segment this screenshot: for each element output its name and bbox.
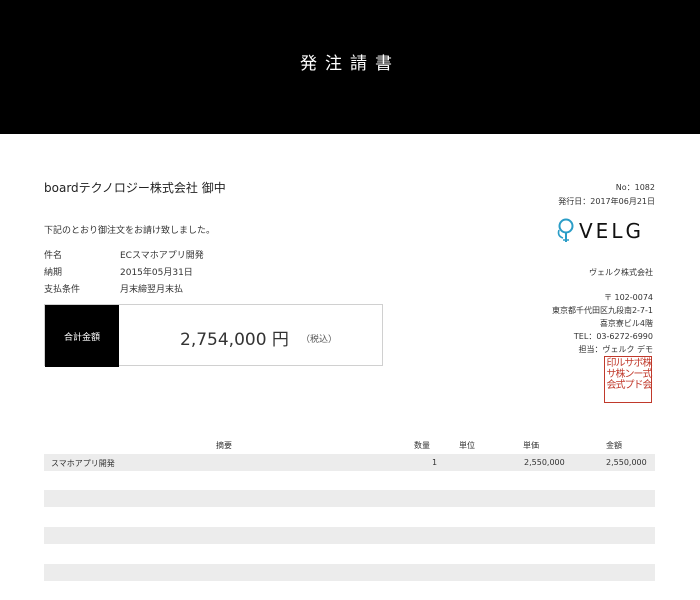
recipient-name: boardテクノロジー株式会社 御中	[44, 181, 226, 195]
terms-value: ECスマホアプリ開発	[120, 251, 204, 261]
issue-date: 発行日：2017年06月21日	[558, 197, 655, 206]
company-seal: 株式会 ボード サンプ ル株式 印サ会	[604, 356, 653, 403]
terms-value: 2015年05月31日	[120, 268, 193, 278]
company-contact: 担当：ヴェルク デモ	[578, 345, 653, 354]
company-tel: TEL：03-6272-6990	[573, 332, 653, 341]
total-box: 合計金額 2,754,000 円 （税込）	[44, 304, 383, 367]
company-name: ヴェルク株式会社	[589, 268, 653, 277]
terms-label: 件名	[44, 251, 63, 261]
table-row	[44, 546, 655, 563]
table-row	[44, 509, 655, 526]
items-table-header: 摘要 数量 単位 単価 金額	[44, 440, 655, 452]
lightbulb-icon	[557, 218, 574, 242]
document-title: 発注請書	[300, 54, 400, 74]
column-header-quantity: 数量	[414, 441, 430, 450]
column-header-unit: 単位	[459, 441, 475, 450]
row-amount: 2,550,000	[606, 458, 647, 467]
document-header: 発注請書	[0, 0, 700, 134]
table-row	[44, 527, 655, 544]
table-row	[44, 471, 655, 488]
document-number: No：1082	[615, 183, 655, 192]
logo-text: VELG	[579, 219, 644, 243]
column-header-unit-price: 単価	[523, 441, 539, 450]
total-amount: 2,754,000 円	[180, 330, 289, 350]
company-logo: VELG	[555, 216, 655, 246]
table-row	[44, 564, 655, 581]
seal-text: 印サ会	[606, 358, 617, 391]
total-label: 合計金額	[45, 305, 119, 367]
address-line-1: 東京都千代田区九段南2-7-1	[551, 306, 653, 315]
intro-text: 下記のとおり御注文をお請け致しました。	[44, 226, 216, 236]
address-line-2: 喜京寮ビル4階	[599, 319, 653, 328]
total-tax-note: （税込）	[301, 335, 338, 345]
table-row	[44, 490, 655, 507]
column-header-description: 摘要	[216, 441, 232, 450]
terms-label: 納期	[44, 268, 63, 278]
row-unit-price: 2,550,000	[524, 458, 565, 467]
table-row: スマホアプリ開発 1 2,550,000 2,550,000	[44, 454, 655, 471]
row-quantity: 1	[432, 458, 438, 467]
row-description: スマホアプリ開発	[51, 459, 115, 468]
terms-label: 支払条件	[44, 285, 81, 295]
terms-value: 月末締翌月末払	[120, 285, 184, 295]
postal-code: 〒 102-0074	[603, 293, 653, 302]
column-header-amount: 金額	[606, 441, 622, 450]
